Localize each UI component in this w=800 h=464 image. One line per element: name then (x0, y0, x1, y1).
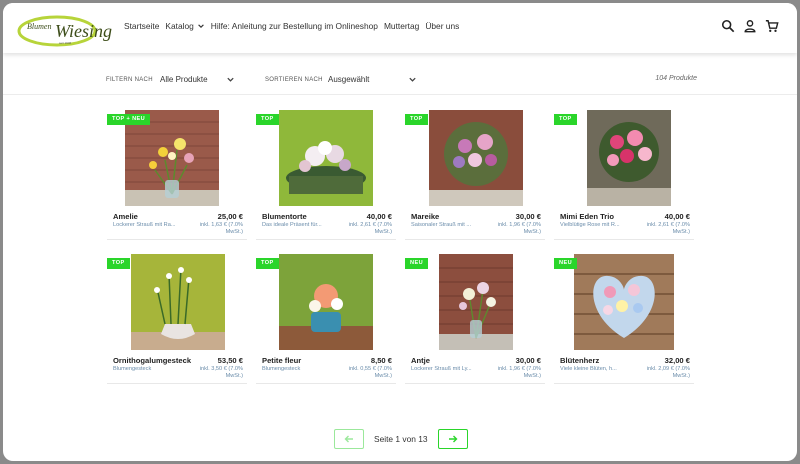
product-card[interactable]: TOP + NEU Amelie 25,00 € Lockerer Strauß… (107, 110, 247, 240)
product-tax: inkl. 1,96 € (7.0% MwSt.) (497, 366, 541, 380)
product-card[interactable]: NEU Blütenherz 32,00 € Viele kleine Blüt… (554, 254, 694, 384)
product-price: 30,00 € (515, 356, 541, 365)
product-price: 40,00 € (366, 212, 392, 221)
sort-select[interactable]: Ausgewählt (328, 75, 369, 84)
pagination: Seite 1 von 13 (334, 429, 468, 449)
product-count: 104 Produkte (655, 75, 697, 82)
filter-bar: FILTERN NACH Alle Produkte SORTIEREN NAC… (3, 59, 797, 95)
product-tax: inkl. 2,61 € (7.0% MwSt.) (646, 222, 690, 236)
svg-text:Wiesing: Wiesing (55, 21, 112, 41)
svg-text:Blumen: Blumen (27, 22, 51, 31)
previous-page-button[interactable] (334, 429, 364, 449)
arrow-left-icon (344, 435, 353, 443)
product-price: 30,00 € (515, 212, 541, 221)
arrow-right-icon (448, 435, 458, 443)
chevron-down-icon[interactable] (226, 75, 235, 84)
product-card[interactable]: TOP Mimi Eden Trio 40,00 € Vielblütige R… (554, 110, 694, 240)
product-description: Blumengesteck (113, 366, 152, 372)
product-description: Vielblütige Rose mit R... (560, 222, 620, 228)
cart-icon[interactable] (765, 19, 779, 33)
chevron-down-icon[interactable] (408, 75, 417, 84)
product-name[interactable]: Blumentorte (262, 212, 307, 221)
product-tax: inkl. 3,50 € (7.0% MwSt.) (199, 366, 243, 380)
site-header: Blumen Wiesing seit 1946 Startseite Kata… (3, 3, 797, 53)
product-price: 40,00 € (664, 212, 690, 221)
product-name[interactable]: Mareike (411, 212, 439, 221)
product-name[interactable]: Antje (411, 356, 430, 365)
product-price: 32,00 € (664, 356, 690, 365)
product-card[interactable]: TOP Mareike 30,00 € Saisonaler Strauß mi… (405, 110, 545, 240)
product-tax: inkl. 1,63 € (7.0% MwSt.) (199, 222, 243, 236)
main-nav: Startseite Katalog Hilfe: Anleitung zur … (124, 21, 465, 31)
nav-item-ueber-uns[interactable]: Über uns (425, 21, 459, 31)
bouquet-photo (279, 110, 373, 206)
product-badge: TOP (256, 258, 279, 269)
browser-page: Blumen Wiesing seit 1946 Startseite Kata… (3, 3, 797, 461)
product-price: 8,50 € (370, 356, 392, 365)
product-name[interactable]: Ornithogalumgesteck (113, 356, 191, 365)
product-badge: TOP (256, 114, 279, 125)
product-tax: inkl. 1,96 € (7.0% MwSt.) (497, 222, 541, 236)
next-page-button[interactable] (437, 429, 468, 449)
nav-item-katalog[interactable]: Katalog (165, 21, 204, 31)
product-badge: NEU (554, 258, 578, 269)
product-card[interactable]: TOP Petite fleur 8,50 € Blumengesteck in… (256, 254, 396, 384)
bouquet-photo (131, 254, 225, 350)
product-description: Lockerer Strauß mit Ly... (411, 366, 472, 372)
bouquet-photo (574, 254, 674, 350)
product-description: Das ideale Präsent für... (262, 222, 322, 228)
nav-item-muttertag[interactable]: Muttertag (384, 21, 419, 31)
filter-select[interactable]: Alle Produkte (160, 75, 208, 84)
filter-label: FILTERN NACH (106, 77, 153, 83)
product-card[interactable]: TOP Blumentorte 40,00 € Das ideale Präse… (256, 110, 396, 240)
product-tax: inkl. 2,61 € (7.0% MwSt.) (348, 222, 392, 236)
product-badge: TOP + NEU (107, 114, 151, 125)
page-indicator: Seite 1 von 13 (374, 434, 428, 444)
account-icon[interactable] (743, 19, 757, 33)
product-badge: TOP (405, 114, 428, 125)
bouquet-photo (429, 110, 523, 206)
product-card[interactable]: NEU Antje 30,00 € Lockerer Strauß mit Ly… (405, 254, 545, 384)
product-badge: NEU (405, 258, 429, 269)
product-badge: TOP (107, 258, 130, 269)
shop-logo[interactable]: Blumen Wiesing seit 1946 (17, 9, 113, 49)
product-card[interactable]: TOP Ornithogalumgesteck 53,50 € Blumenge… (107, 254, 247, 384)
product-name[interactable]: Blütenherz (560, 356, 599, 365)
product-badge: TOP (554, 114, 577, 125)
bouquet-photo (279, 254, 373, 350)
product-description: Saisonaler Strauß mit ... (411, 222, 471, 228)
search-icon[interactable] (721, 19, 735, 33)
nav-item-startseite[interactable]: Startseite (124, 21, 159, 31)
bouquet-photo (439, 254, 513, 350)
bouquet-photo (587, 110, 671, 206)
product-name[interactable]: Mimi Eden Trio (560, 212, 614, 221)
chevron-down-icon (198, 24, 204, 28)
header-actions (721, 19, 779, 33)
product-price: 53,50 € (217, 356, 243, 365)
svg-text:seit 1946: seit 1946 (59, 41, 72, 45)
product-price: 25,00 € (217, 212, 243, 221)
product-description: Viele kleine Blüten, h... (560, 366, 617, 372)
product-tax: inkl. 2,09 € (7.0% MwSt.) (646, 366, 690, 380)
nav-item-hilfe[interactable]: Hilfe: Anleitung zur Bestellung im Onlin… (211, 21, 378, 31)
product-description: Lockerer Strauß mit Ra... (113, 222, 176, 228)
product-name[interactable]: Amelie (113, 212, 138, 221)
sort-label: SORTIEREN NACH (265, 77, 323, 83)
product-tax: inkl. 0,55 € (7.0% MwSt.) (348, 366, 392, 380)
product-name[interactable]: Petite fleur (262, 356, 301, 365)
product-description: Blumengesteck (262, 366, 301, 372)
